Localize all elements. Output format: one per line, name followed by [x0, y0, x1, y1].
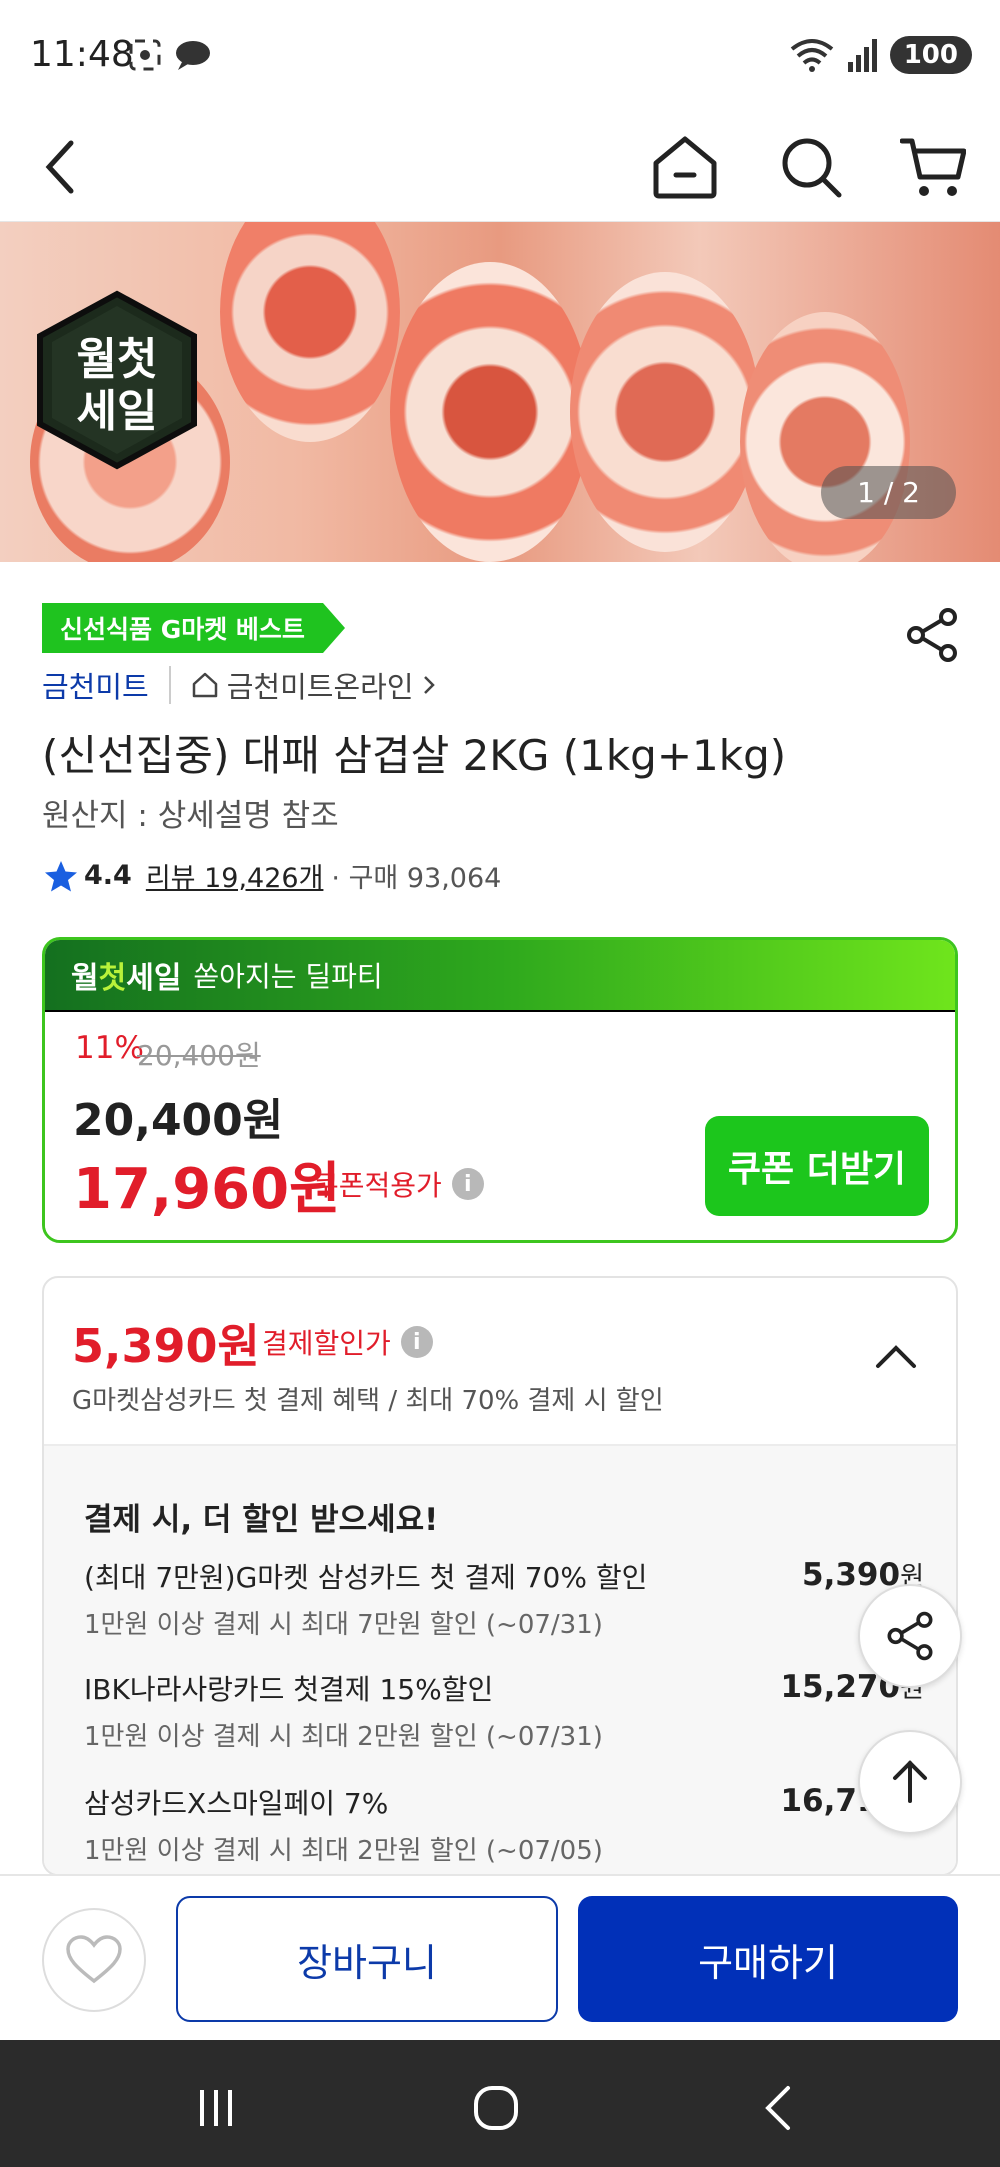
payment-discount-item: (최대 7만원)G마켓 삼성카드 첫 결제 70% 할인 1만원 이상 결제 시…	[84, 1556, 924, 1641]
wifi-icon	[790, 39, 833, 72]
bottom-action-bar: 장바구니 구매하기	[0, 1874, 1000, 2040]
battery-indicator: 100	[889, 36, 972, 74]
rating-row: 4.4 리뷰 19,426개 · 구매 93,064	[44, 856, 501, 895]
chevron-left-icon	[45, 140, 74, 194]
share-button[interactable]	[902, 605, 962, 665]
share-icon	[907, 608, 957, 662]
review-count-link[interactable]: 리뷰 19,426개	[146, 856, 324, 895]
sale-price: 20,400원	[73, 1095, 284, 1146]
payment-item-name: (최대 7만원)G마켓 삼성카드 첫 결제 70% 할인	[84, 1561, 648, 1594]
payment-discount-price: 5,390원	[72, 1319, 260, 1373]
chat-bubble-icon	[176, 41, 210, 70]
deal-header: 월첫세일 쏟아지는 딜파티	[45, 940, 955, 1010]
system-back-button[interactable]	[748, 2078, 808, 2138]
divider	[168, 666, 171, 704]
payment-discount-summary[interactable]: 5,390원 결제할인가 i G마켓삼성카드 첫 결제 혜택 / 최대 70% …	[44, 1278, 956, 1446]
purchase-count: · 구매 93,064	[331, 863, 502, 894]
payment-discount-item: 삼성카드X스마일페이 7% 1만원 이상 결제 시 최대 2만원 할인 (~07…	[84, 1782, 924, 1867]
heart-icon	[66, 1935, 122, 1984]
back-chevron-icon	[765, 2086, 790, 2130]
scroll-to-top-button[interactable]	[858, 1730, 962, 1834]
deal-brand: 월첫세일	[71, 961, 182, 996]
best-tag: 신선식품 G마켓 베스트	[42, 603, 345, 653]
deal-body: 11% 20,400원 20,400원 17,960원 쿠폰적용가 i 쿠폰 더…	[45, 1010, 955, 1240]
info-icon[interactable]: i	[451, 1168, 484, 1200]
product-image-carousel[interactable]: 월첫 세일 1 / 2	[0, 222, 1000, 562]
pork-roll-image	[390, 262, 590, 562]
payment-discount-item: IBK나라사랑카드 첫결제 15%할인 1만원 이상 결제 시 최대 2만원 할…	[84, 1668, 924, 1753]
arrow-up-icon	[893, 1760, 927, 1803]
cart-nav-button[interactable]	[888, 122, 978, 212]
share-icon	[887, 1611, 933, 1661]
system-navigation-bar	[0, 2040, 1000, 2167]
get-more-coupons-button[interactable]: 쿠폰 더받기	[705, 1116, 929, 1216]
original-price: 20,400원	[137, 1039, 261, 1072]
home-button[interactable]	[640, 122, 730, 212]
store-name: 금천미트온라인	[226, 670, 414, 704]
monthly-first-sale-badge: 월첫 세일	[37, 290, 197, 470]
payment-discount-label: 결제할인가 i	[262, 1322, 433, 1362]
badge-line-2: 세일	[77, 386, 158, 437]
product-title: (신선집중) 대패 삼겹살 2KG (1kg+1kg)	[42, 731, 787, 780]
chevron-right-icon	[423, 676, 435, 694]
purchase-count-text: 구매 93,064	[348, 863, 502, 894]
badge-line-1: 월첫	[77, 334, 158, 385]
payment-discount-list: 결제 시, 더 할인 받으세요! (최대 7만원)G마켓 삼성카드 첫 결제 7…	[44, 1446, 956, 1874]
payment-list-title: 결제 시, 더 할인 받으세요!	[84, 1502, 439, 1538]
status-bar: 11:48 100	[0, 0, 1000, 110]
home-icon	[653, 136, 717, 199]
floating-share-button[interactable]	[858, 1584, 962, 1688]
seller-row: 금천미트 금천미트온라인	[42, 664, 436, 706]
carousel-page-indicator: 1 / 2	[821, 466, 956, 519]
pork-roll-image	[570, 272, 760, 552]
status-notification-icons	[128, 38, 212, 72]
payment-item-sub: 1만원 이상 결제 시 최대 2만원 할인 (~07/05)	[84, 1836, 603, 1866]
coupon-price-label: 쿠폰적용가 i	[313, 1164, 484, 1204]
payment-item-sub: 1만원 이상 결제 시 최대 7만원 할인 (~07/31)	[84, 1610, 603, 1640]
search-button[interactable]	[766, 122, 856, 212]
discount-percent: 11%	[75, 1030, 144, 1066]
info-icon[interactable]: i	[400, 1326, 433, 1358]
coupon-price: 17,960원	[73, 1157, 341, 1222]
status-time: 11:48	[30, 34, 134, 75]
status-right: 100	[790, 36, 972, 74]
store-home-icon	[192, 672, 217, 698]
payment-discount-card: 5,390원 결제할인가 i G마켓삼성카드 첫 결제 혜택 / 최대 70% …	[42, 1276, 958, 1876]
seller-name-link[interactable]: 금천미트	[42, 664, 149, 706]
pork-roll-image	[740, 312, 910, 562]
wishlist-button[interactable]	[42, 1908, 146, 2012]
recent-apps-icon	[200, 2090, 232, 2126]
collapse-button[interactable]	[866, 1326, 926, 1386]
chevron-up-icon	[876, 1345, 916, 1368]
payment-discount-desc: G마켓삼성카드 첫 결제 혜택 / 최대 70% 결제 시 할인	[72, 1386, 664, 1416]
deal-box: 월첫세일 쏟아지는 딜파티 11% 20,400원 20,400원 17,960…	[42, 937, 958, 1243]
recent-apps-button[interactable]	[186, 2078, 246, 2138]
deal-subtitle: 쏟아지는 딜파티	[193, 960, 383, 993]
payment-item-sub: 1만원 이상 결제 시 최대 2만원 할인 (~07/31)	[84, 1722, 603, 1752]
home-circle-icon	[474, 2086, 518, 2130]
back-button[interactable]	[16, 122, 106, 212]
top-navigation	[0, 110, 1000, 222]
product-origin: 원산지 : 상세설명 참조	[42, 798, 339, 834]
search-icon	[782, 138, 842, 198]
screenshot-icon	[129, 39, 161, 71]
store-link[interactable]: 금천미트온라인	[191, 664, 436, 706]
rating-value: 4.4	[84, 860, 132, 891]
star-icon	[45, 860, 77, 891]
buy-now-button[interactable]: 구매하기	[578, 1896, 958, 2022]
add-to-cart-button[interactable]: 장바구니	[176, 1896, 558, 2022]
shopping-cart-icon	[900, 138, 966, 196]
home-system-button[interactable]	[466, 2078, 526, 2138]
pork-roll-image	[220, 222, 400, 442]
signal-icon	[847, 39, 877, 72]
